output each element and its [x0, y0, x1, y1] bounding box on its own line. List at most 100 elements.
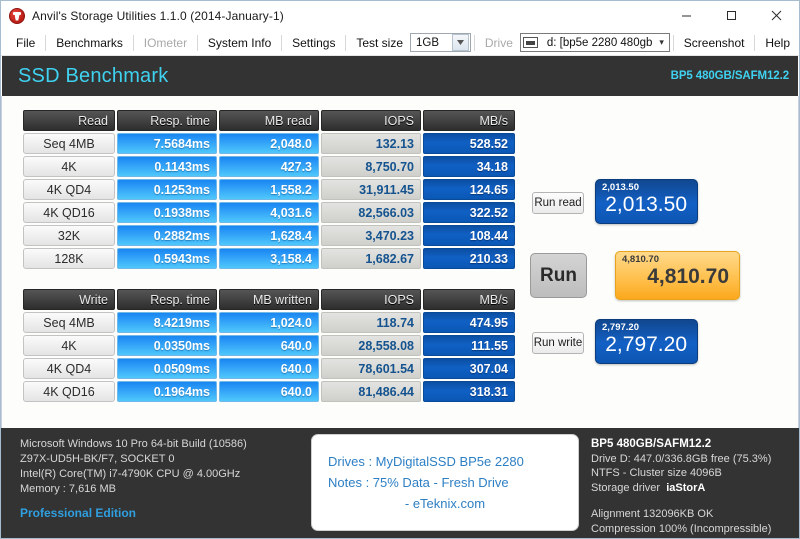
- read-score-box: 2,013.50 2,013.50: [595, 179, 698, 224]
- menu-divider: [345, 35, 346, 51]
- drive-info-driver: Storage driver iaStorA: [591, 481, 771, 496]
- run-button[interactable]: Run: [530, 253, 587, 298]
- cell-resp: 8.4219ms: [117, 312, 217, 333]
- menu-item-settings[interactable]: Settings: [283, 33, 344, 53]
- run-read-button[interactable]: Run read: [532, 192, 584, 214]
- row-label: 4K QD16: [23, 381, 115, 402]
- drive-info-model: BP5 480GB/SAFM12.2: [591, 437, 771, 452]
- cell-mb: 640.0: [219, 381, 319, 402]
- menu-item-help[interactable]: Help: [756, 33, 799, 53]
- drive-icon: [523, 37, 538, 48]
- window-title: Anvil's Storage Utilities 1.1.0 (2014-Ja…: [32, 9, 284, 23]
- cell-iops: 1,682.67: [321, 248, 421, 269]
- chevron-down-icon[interactable]: [452, 34, 469, 51]
- cell-mb: 4,031.6: [219, 202, 319, 223]
- drive-info-capacity: Drive D: 447.0/336.8GB free (75.3%): [591, 452, 771, 467]
- cell-iops: 81,486.44: [321, 381, 421, 402]
- minimize-icon[interactable]: [664, 1, 709, 30]
- cell-mb: 1,628.4: [219, 225, 319, 246]
- menu-divider: [45, 35, 46, 51]
- chevron-down-icon[interactable]: ▾: [656, 37, 669, 48]
- menu-divider: [754, 35, 755, 51]
- menu-item-iometer: IOmeter: [135, 33, 196, 53]
- table-header-row: Read Resp. time MB read IOPS MB/s: [23, 110, 515, 131]
- table-row: Seq 4MB 8.4219ms 1,024.0 118.74 474.95: [23, 312, 515, 333]
- app-window: Anvil's Storage Utilities 1.1.0 (2014-Ja…: [0, 0, 800, 539]
- notes-panel: Drives : MyDigitalSSD BP5e 2280 Notes : …: [311, 434, 579, 531]
- menu-bar: File Benchmarks IOmeter System Info Sett…: [1, 30, 799, 56]
- row-label: Seq 4MB: [23, 312, 115, 333]
- write-score-box: 2,797.20 2,797.20: [595, 319, 698, 364]
- table-row: 128K 0.5943ms 3,158.4 1,682.67 210.33: [23, 248, 515, 269]
- driver-name: iaStorA: [666, 482, 705, 494]
- drive-info-alignment: Alignment 132096KB OK: [591, 507, 771, 522]
- write-score-value: 2,797.20: [605, 333, 687, 356]
- table-row: Seq 4MB 7.5684ms 2,048.0 132.13 528.52: [23, 133, 515, 154]
- menu-item-file[interactable]: File: [7, 33, 44, 53]
- menu-item-benchmarks[interactable]: Benchmarks: [47, 33, 132, 53]
- drive-select[interactable]: d: [bp5e 2280 480gb ▾: [520, 33, 670, 52]
- read-col-resp: Resp. time: [117, 110, 217, 131]
- table-row: 4K 0.1143ms 427.3 8,750.70 34.18: [23, 156, 515, 177]
- notes-text: Notes : 75% Data - Fresh Drive: [328, 472, 562, 493]
- table-row: 4K QD4 0.1253ms 1,558.2 31,911.45 124.65: [23, 179, 515, 200]
- table-row: 4K QD16 0.1964ms 640.0 81,486.44 318.31: [23, 381, 515, 402]
- cell-iops: 8,750.70: [321, 156, 421, 177]
- close-icon[interactable]: [754, 1, 799, 30]
- drive-info-panel: BP5 480GB/SAFM12.2 Drive D: 447.0/336.8G…: [591, 437, 771, 536]
- cell-mbs: 108.44: [423, 225, 515, 246]
- score-panel: Run read 2,013.50 2,013.50 Run 4,810.70 …: [524, 96, 798, 428]
- read-results-table: Read Resp. time MB read IOPS MB/s Seq 4M…: [21, 108, 517, 271]
- total-score-box: 4,810.70 4,810.70: [615, 251, 740, 300]
- table-row: 4K QD4 0.0509ms 640.0 78,601.54 307.04: [23, 358, 515, 379]
- cell-mb: 640.0: [219, 335, 319, 356]
- write-col-label: Write: [23, 289, 115, 310]
- notes-drives: Drives : MyDigitalSSD BP5e 2280: [328, 451, 562, 472]
- write-results-table: Write Resp. time MB written IOPS MB/s Se…: [21, 287, 517, 404]
- menu-item-system-info[interactable]: System Info: [199, 33, 280, 53]
- menu-divider: [133, 35, 134, 51]
- system-motherboard: Z97X-UD5H-BK/F7, SOCKET 0: [20, 452, 301, 467]
- write-col-resp: Resp. time: [117, 289, 217, 310]
- benchmark-header: SSD Benchmark BP5 480GB/SAFM12.2: [2, 56, 798, 96]
- cell-iops: 82,566.03: [321, 202, 421, 223]
- benchmark-body: Read Resp. time MB read IOPS MB/s Seq 4M…: [1, 96, 799, 428]
- write-col-mb: MB written: [219, 289, 319, 310]
- table-row: 32K 0.2882ms 1,628.4 3,470.23 108.44: [23, 225, 515, 246]
- row-label: 32K: [23, 225, 115, 246]
- cell-resp: 0.5943ms: [117, 248, 217, 269]
- cell-mbs: 210.33: [423, 248, 515, 269]
- system-edition: Professional Edition: [20, 506, 301, 521]
- menu-item-screenshot[interactable]: Screenshot: [675, 33, 754, 53]
- menu-divider: [474, 35, 475, 51]
- drive-label: Drive: [476, 33, 520, 53]
- maximize-icon[interactable]: [709, 1, 754, 30]
- table-row: 4K QD16 0.1938ms 4,031.6 82,566.03 322.5…: [23, 202, 515, 223]
- test-size-value: 1GB: [411, 37, 443, 49]
- row-label: 4K: [23, 335, 115, 356]
- cell-iops: 132.13: [321, 133, 421, 154]
- run-write-button[interactable]: Run write: [532, 332, 584, 354]
- cell-resp: 0.1143ms: [117, 156, 217, 177]
- cell-mb: 3,158.4: [219, 248, 319, 269]
- drive-info-spacer: [591, 495, 771, 507]
- system-memory: Memory : 7,616 MB: [20, 482, 301, 497]
- test-size-select[interactable]: 1GB: [410, 33, 471, 52]
- cell-mbs: 322.52: [423, 202, 515, 223]
- write-col-iops: IOPS: [321, 289, 421, 310]
- driver-label: Storage driver: [591, 482, 660, 494]
- table-spacer: [21, 271, 524, 287]
- window-controls: [664, 1, 799, 30]
- drive-info-compression: Compression 100% (Incompressible): [591, 522, 771, 537]
- cell-iops: 118.74: [321, 312, 421, 333]
- total-score-small: 4,810.70: [622, 254, 659, 265]
- row-label: 4K QD16: [23, 202, 115, 223]
- system-info-panel: Microsoft Windows 10 Pro 64-bit Build (1…: [1, 437, 301, 538]
- read-score-small: 2,013.50: [602, 182, 639, 193]
- read-col-mbs: MB/s: [423, 110, 515, 131]
- anvil-icon: [9, 8, 25, 24]
- cell-mb: 2,048.0: [219, 133, 319, 154]
- test-size-label: Test size: [347, 33, 410, 53]
- cell-mb: 427.3: [219, 156, 319, 177]
- drive-value: d: [bp5e 2280 480gb: [542, 37, 657, 49]
